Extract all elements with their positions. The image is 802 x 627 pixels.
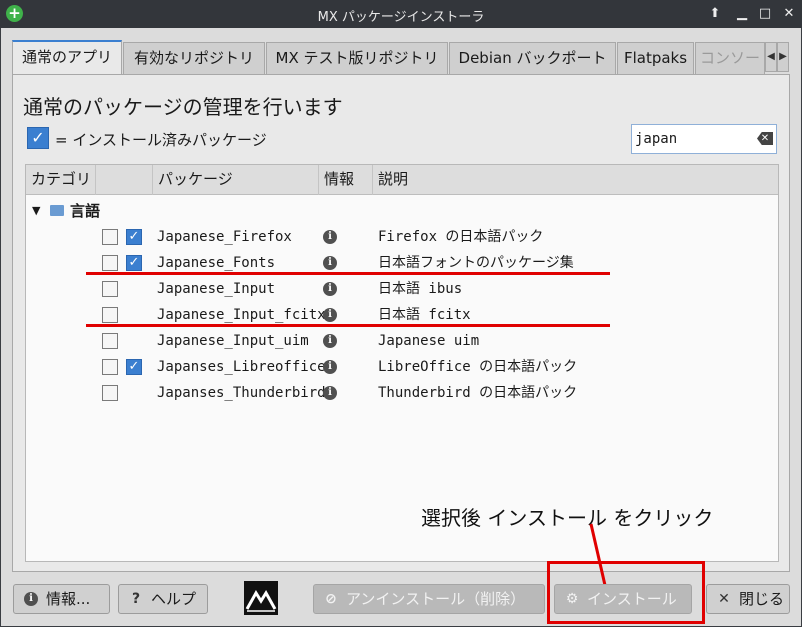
category-label: 言語: [70, 202, 101, 220]
row-checkbox[interactable]: [102, 385, 118, 401]
package-name: Japanese_Firefox: [157, 229, 292, 245]
row-checkbox[interactable]: [102, 255, 118, 271]
page-title: 通常のパッケージの管理を行います: [23, 95, 343, 119]
restore-button[interactable]: □: [756, 5, 774, 23]
search-input[interactable]: japan: [631, 124, 777, 154]
highlight-underline: [86, 272, 610, 275]
table-row[interactable]: Japanses_Thunderbird i Thunderbird の日本語パ…: [26, 380, 778, 406]
row-checkbox[interactable]: [102, 333, 118, 349]
tab-popular-apps[interactable]: 通常のアプリ: [12, 40, 122, 76]
tab-console[interactable]: コンソー: [695, 42, 765, 74]
info-icon[interactable]: i: [323, 386, 337, 400]
window-body: 通常のアプリ 有効なリポジトリ MX テスト版リポジトリ Debian バックポ…: [1, 28, 801, 626]
installed-checkmark-icon: ✓: [126, 255, 142, 271]
tab-enabled-repos[interactable]: 有効なリポジトリ: [123, 42, 265, 74]
tree-header: カテゴリ パッケージ 情報 説明: [26, 165, 778, 195]
installed-checkmark-icon: ✓: [126, 359, 142, 375]
annotation-text: 選択後 インストール をクリック: [421, 506, 714, 530]
table-row[interactable]: ✓ Japanese_Firefox i Firefox の日本語パック: [26, 224, 778, 250]
table-row[interactable]: ✓ Japanses_Libreoffice i LibreOffice の日本…: [26, 354, 778, 380]
window-title: MX パッケージインストーラ: [317, 10, 485, 25]
package-name: Japanses_Libreoffice: [157, 359, 326, 375]
checkmark-icon: ✓: [27, 127, 49, 149]
tab-bar: 通常のアプリ 有効なリポジトリ MX テスト版リポジトリ Debian バックポ…: [12, 40, 790, 76]
info-icon[interactable]: i: [323, 256, 337, 270]
highlight-box: [547, 561, 705, 624]
col-description[interactable]: 説明: [373, 165, 778, 195]
info-icon[interactable]: i: [323, 308, 337, 322]
close-icon: ✕: [718, 591, 730, 607]
package-description: Japanese uim: [378, 333, 480, 349]
folder-icon: [50, 205, 64, 216]
minimize-button[interactable]: ▁: [733, 5, 751, 23]
package-description: Firefox の日本語パック: [378, 229, 544, 245]
package-name: Japanese_Input_uim: [157, 333, 309, 349]
help-button[interactable]: ? ヘルプ: [118, 584, 208, 614]
table-row[interactable]: Japanese_Input i 日本語 ibus: [26, 276, 778, 302]
tab-panel: 通常のパッケージの管理を行います ✓ = インストール済みパッケージ japan…: [12, 74, 790, 572]
row-checkbox[interactable]: [102, 359, 118, 375]
info-icon[interactable]: i: [323, 230, 337, 244]
col-checkbox[interactable]: [96, 165, 153, 195]
legend-label: = インストール済みパッケージ: [55, 131, 267, 149]
tab-scroll-right-icon[interactable]: ▶: [777, 42, 789, 72]
info-icon[interactable]: i: [323, 334, 337, 348]
row-checkbox[interactable]: [102, 281, 118, 297]
installed-checkmark-icon: ✓: [126, 229, 142, 245]
highlight-underline: [86, 324, 610, 327]
col-package[interactable]: パッケージ: [153, 165, 319, 195]
package-description: LibreOffice の日本語パック: [378, 359, 578, 375]
uninstall-button[interactable]: ⊘ アンインストール（削除）: [313, 584, 545, 614]
maximize-up-icon[interactable]: ⬆: [706, 5, 724, 23]
close-button[interactable]: ✕ 閉じる: [706, 584, 790, 614]
info-icon[interactable]: i: [323, 360, 337, 374]
col-info[interactable]: 情報: [319, 165, 373, 195]
tab-debian-backports[interactable]: Debian バックポート: [449, 42, 616, 74]
row-checkbox[interactable]: [102, 229, 118, 245]
package-name: Japanese_Input: [157, 281, 276, 297]
help-icon: ?: [131, 591, 141, 607]
category-row[interactable]: ▼ 言語: [26, 198, 778, 224]
no-entry-icon: ⊘: [325, 591, 337, 607]
info-icon: i: [24, 592, 38, 606]
tab-mx-test-repo[interactable]: MX テスト版リポジトリ: [266, 42, 448, 74]
row-checkbox[interactable]: [102, 307, 118, 323]
col-category[interactable]: カテゴリ: [26, 165, 96, 195]
package-description: 日本語 ibus: [378, 281, 463, 297]
info-button[interactable]: i 情報...: [13, 584, 110, 614]
installed-legend: ✓ = インストール済みパッケージ: [27, 127, 267, 151]
package-name: Japanses_Thunderbird: [157, 385, 326, 401]
close-window-button[interactable]: ✕: [780, 5, 798, 23]
mx-logo: [244, 581, 278, 615]
tab-flatpaks[interactable]: Flatpaks: [617, 42, 694, 74]
table-row[interactable]: Japanese_Input_uim i Japanese uim: [26, 328, 778, 354]
expand-arrow-icon[interactable]: ▼: [32, 198, 40, 224]
tab-scroll-left-icon[interactable]: ◀: [765, 42, 777, 72]
title-bar: + MX パッケージインストーラ ⬆ ▁ □ ✕: [0, 0, 802, 28]
info-icon[interactable]: i: [323, 282, 337, 296]
package-description: Thunderbird の日本語パック: [378, 385, 578, 401]
